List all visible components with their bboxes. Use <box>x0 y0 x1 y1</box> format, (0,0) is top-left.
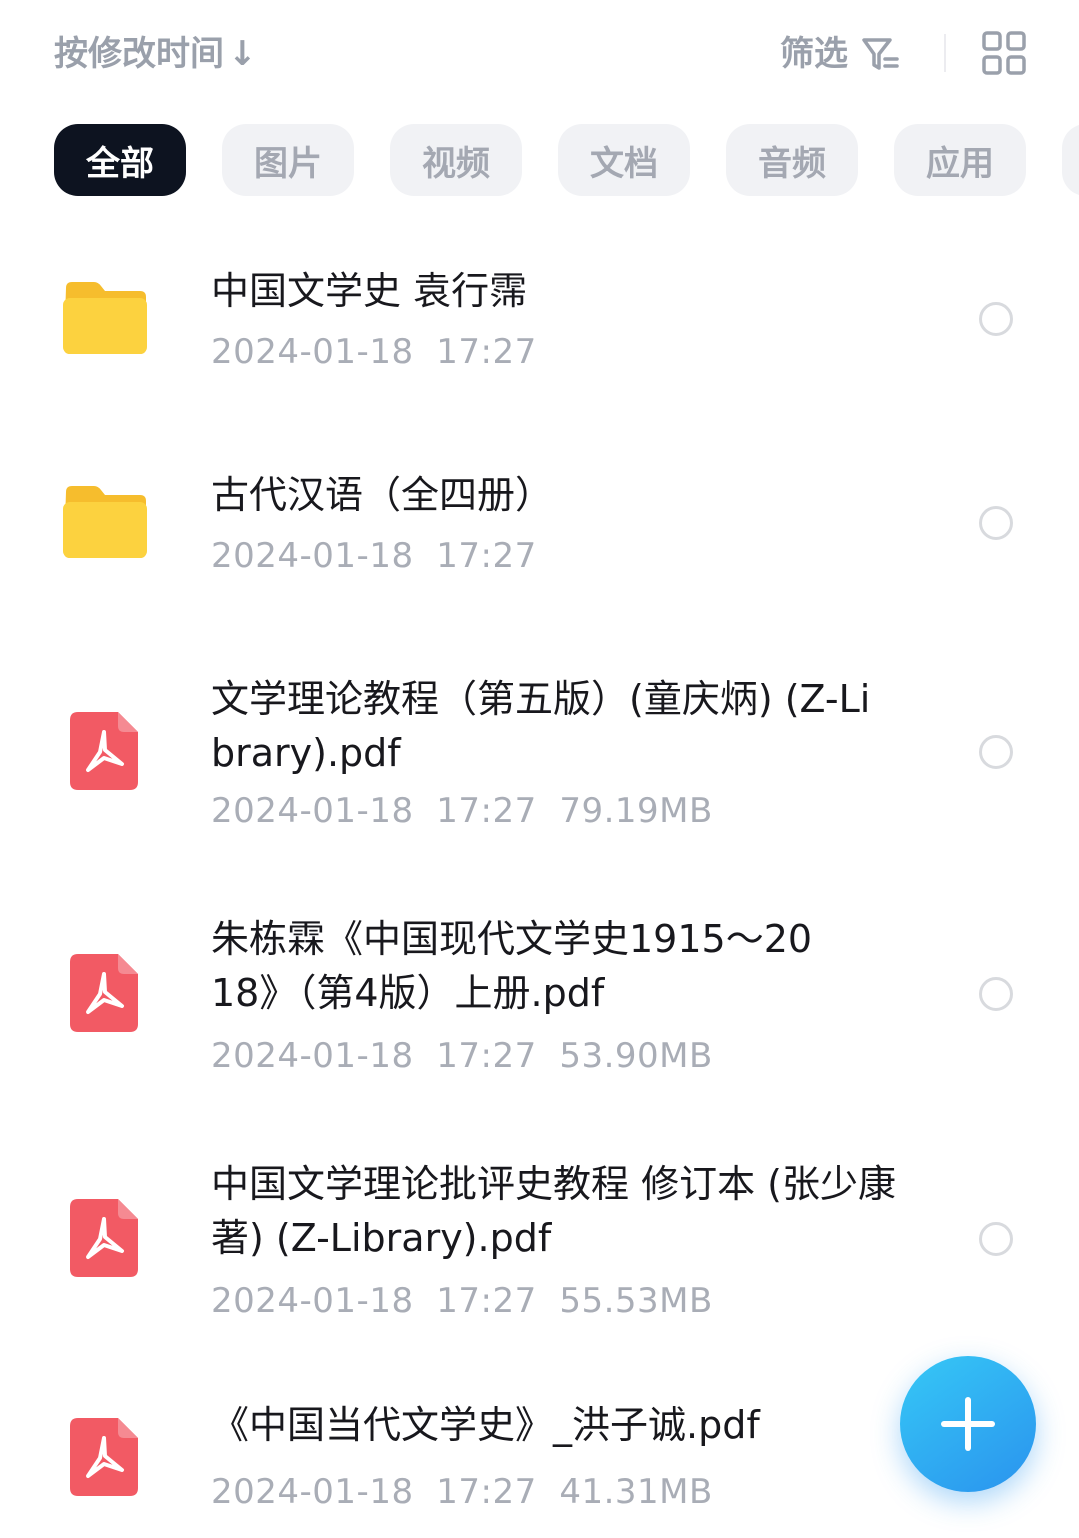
pdf-icon <box>70 1199 138 1277</box>
file-meta: 2024-01-18 17:27 53.90MB <box>211 1034 713 1078</box>
tab-image[interactable]: 图片 <box>222 124 354 196</box>
file-row[interactable]: 朱栋霖《中国现代文学史1915～2018》（第4版）上册.pdf 2024-01… <box>0 910 1079 1080</box>
select-radio[interactable] <box>979 1222 1013 1256</box>
file-time: 17:27 <box>436 791 537 831</box>
sort-by-modified-button[interactable]: 按修改时间 ↓ <box>54 30 257 78</box>
tab-more[interactable] <box>1062 124 1079 196</box>
file-size: 79.19MB <box>559 791 713 831</box>
file-date: 2024-01-18 <box>211 1036 414 1076</box>
plus-icon <box>941 1397 995 1451</box>
arrow-down-icon: ↓ <box>228 34 257 74</box>
file-name: 朱栋霖《中国现代文学史1915～2018》（第4版）上册.pdf <box>211 917 813 1015</box>
grid-view-button[interactable] <box>980 30 1030 76</box>
file-row[interactable]: 古代汉语（全四册） 2024-01-18 17:27 <box>0 454 1079 604</box>
file-date: 2024-01-18 <box>211 1472 414 1512</box>
top-toolbar: 按修改时间 ↓ 筛选 <box>0 0 1079 105</box>
select-radio[interactable] <box>979 735 1013 769</box>
file-meta: 2024-01-18 17:27 79.19MB <box>211 789 713 833</box>
file-meta: 2024-01-18 17:27 41.31MB <box>211 1470 713 1514</box>
folder-icon <box>63 282 147 354</box>
pdf-icon <box>70 712 138 790</box>
file-date: 2024-01-18 <box>211 536 414 576</box>
file-size: 53.90MB <box>559 1036 713 1076</box>
folder-icon <box>63 486 147 558</box>
file-meta: 2024-01-18 17:27 <box>211 534 537 578</box>
pdf-icon <box>70 1418 138 1496</box>
file-date: 2024-01-18 <box>211 791 414 831</box>
category-tabs: 全部 图片 视频 文档 音频 应用 <box>0 124 1079 196</box>
file-meta: 2024-01-18 17:27 <box>211 330 537 374</box>
sort-label: 按修改时间 <box>54 34 224 74</box>
file-size: 55.53MB <box>559 1281 713 1321</box>
file-name: 中国文学史 袁行霈 <box>211 269 528 313</box>
select-radio[interactable] <box>979 302 1013 336</box>
tab-audio[interactable]: 音频 <box>726 124 858 196</box>
file-date: 2024-01-18 <box>211 332 414 372</box>
file-time: 17:27 <box>436 1472 537 1512</box>
file-row[interactable]: 中国文学理论批评史教程 修订本 (张少康著) (Z-Library).pdf 2… <box>0 1155 1079 1325</box>
filter-label: 筛选 <box>780 34 848 74</box>
select-radio[interactable] <box>979 977 1013 1011</box>
grid-view-icon <box>982 31 1026 75</box>
pdf-icon <box>70 954 138 1032</box>
add-button[interactable] <box>900 1356 1036 1492</box>
toolbar-divider <box>944 34 946 72</box>
file-name: 文学理论教程（第五版）(童庆炳) (Z-Library).pdf <box>211 677 871 775</box>
file-row[interactable]: 文学理论教程（第五版）(童庆炳) (Z-Library).pdf 2024-01… <box>0 668 1079 838</box>
tab-all[interactable]: 全部 <box>54 124 186 196</box>
file-meta: 2024-01-18 17:27 55.53MB <box>211 1279 713 1323</box>
file-time: 17:27 <box>436 332 537 372</box>
filter-button[interactable]: 筛选 <box>780 30 900 78</box>
file-name: 古代汉语（全四册） <box>211 473 554 517</box>
tab-app[interactable]: 应用 <box>894 124 1026 196</box>
file-time: 17:27 <box>436 536 537 576</box>
file-row[interactable]: 中国文学史 袁行霈 2024-01-18 17:27 <box>0 250 1079 400</box>
file-name: 《中国当代文学史》_洪子诚.pdf <box>211 1403 760 1447</box>
file-date: 2024-01-18 <box>211 1281 414 1321</box>
select-radio[interactable] <box>979 506 1013 540</box>
file-size: 41.31MB <box>559 1472 713 1512</box>
filter-icon <box>862 38 899 70</box>
file-time: 17:27 <box>436 1281 537 1321</box>
file-time: 17:27 <box>436 1036 537 1076</box>
tab-video[interactable]: 视频 <box>390 124 522 196</box>
file-name: 中国文学理论批评史教程 修订本 (张少康著) (Z-Library).pdf <box>211 1162 896 1260</box>
tab-document[interactable]: 文档 <box>558 124 690 196</box>
